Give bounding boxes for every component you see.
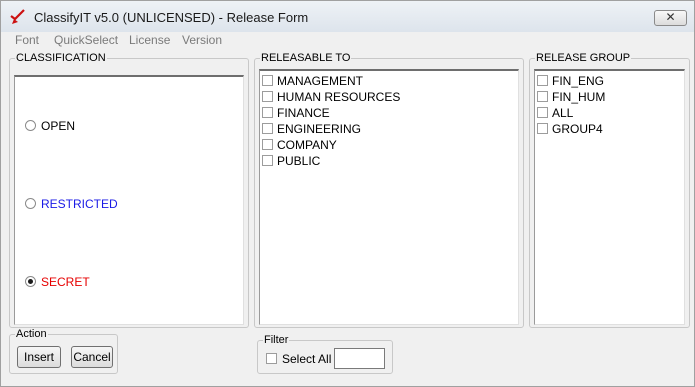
checkbox[interactable] <box>537 107 548 118</box>
release-group-list: FIN_ENG FIN_HUM ALL GROUP4 <box>534 69 685 325</box>
checkbox-label: PUBLIC <box>277 154 321 168</box>
checkbox-label: MANAGEMENT <box>277 74 364 88</box>
checkbox[interactable] <box>262 123 273 134</box>
checkbox[interactable] <box>262 91 273 102</box>
select-all-label: Select All <box>282 352 332 366</box>
filter-title: Filter <box>263 334 290 346</box>
checkbox-label: ENGINEERING <box>277 122 362 136</box>
menu-bar: Font QuickSelect License Version <box>1 32 694 50</box>
action-title: Action <box>15 328 48 340</box>
checkbox[interactable] <box>537 123 548 134</box>
checkbox-label: ALL <box>552 106 574 120</box>
releasable-to-group: RELEASABLE TO MANAGEMENT HUMAN RESOURCES… <box>254 52 524 328</box>
radio-label-restricted: RESTRICTED <box>41 197 118 211</box>
checkbox[interactable] <box>537 75 548 86</box>
insert-button[interactable]: Insert <box>17 346 61 368</box>
checkbox-label: FIN_ENG <box>552 74 605 88</box>
checkbox-label: FIN_HUM <box>552 90 606 104</box>
checkbox[interactable] <box>262 155 273 166</box>
classification-title: CLASSIFICATION <box>15 52 107 64</box>
menu-version[interactable]: Version <box>182 33 222 47</box>
releasable-to-title: RELEASABLE TO <box>260 52 352 64</box>
releasable-to-list: MANAGEMENT HUMAN RESOURCES FINANCE ENGIN… <box>259 69 519 325</box>
checkbox-label: HUMAN RESOURCES <box>277 90 401 104</box>
menu-font[interactable]: Font <box>15 33 39 47</box>
menu-license[interactable]: License <box>129 33 170 47</box>
close-button[interactable]: ✕ <box>654 10 687 26</box>
checkbox[interactable] <box>262 107 273 118</box>
checkbox[interactable] <box>262 139 273 150</box>
title-bar: ClassifyIT v5.0 (UNLICENSED) - Release F… <box>1 1 694 32</box>
radio-button[interactable] <box>25 276 36 287</box>
radio-button[interactable] <box>25 198 36 209</box>
checkbox[interactable] <box>537 91 548 102</box>
classification-group: CLASSIFICATION OPEN RESTRICTED SECRET <box>9 52 249 328</box>
filter-input[interactable] <box>334 348 385 369</box>
menu-quickselect[interactable]: QuickSelect <box>54 33 118 47</box>
classification-panel: OPEN RESTRICTED SECRET <box>14 75 244 325</box>
radio-label-open: OPEN <box>41 119 76 133</box>
checkbox[interactable] <box>262 75 273 86</box>
action-group: Action Insert Cancel <box>9 328 118 374</box>
radio-label-secret: SECRET <box>41 275 90 289</box>
filter-group: Filter Select All <box>257 334 393 374</box>
release-group-group: RELEASE GROUP FIN_ENG FIN_HUM ALL GROUP4 <box>529 52 690 328</box>
radio-button[interactable] <box>25 120 36 131</box>
checkbox-label: COMPANY <box>277 138 337 152</box>
checkbox-label: FINANCE <box>277 106 330 120</box>
window-title: ClassifyIT v5.0 (UNLICENSED) - Release F… <box>34 10 309 25</box>
release-group-title: RELEASE GROUP <box>535 52 632 64</box>
cancel-button[interactable]: Cancel <box>71 346 113 368</box>
app-icon <box>10 9 25 24</box>
release-form-window: ClassifyIT v5.0 (UNLICENSED) - Release F… <box>0 0 695 387</box>
close-icon: ✕ <box>665 10 676 24</box>
select-all-checkbox[interactable] <box>266 353 277 364</box>
checkbox-label: GROUP4 <box>552 122 603 136</box>
